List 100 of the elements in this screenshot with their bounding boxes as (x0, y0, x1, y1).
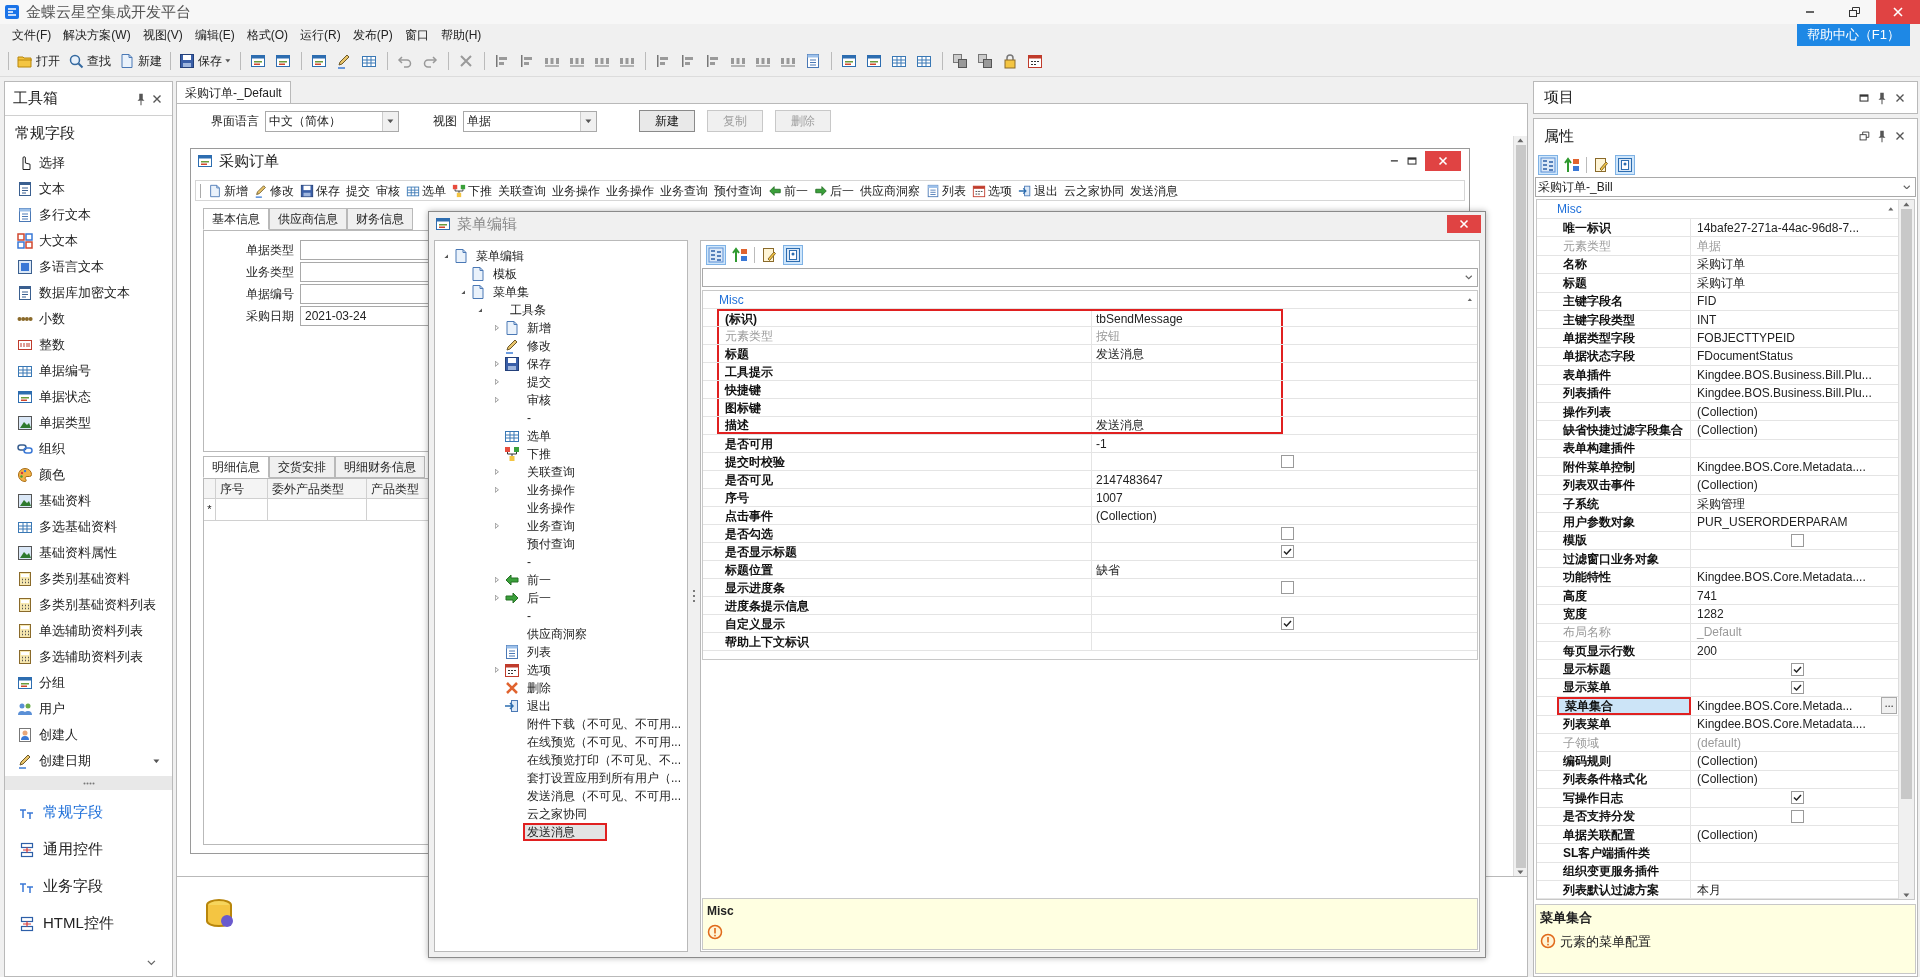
help-button[interactable] (783, 245, 803, 265)
toolbar-button[interactable]: 列表 (923, 181, 969, 200)
toolbar-button[interactable]: 保存 (175, 49, 235, 73)
tree-item[interactable]: 发送消息 (523, 823, 607, 841)
table-cell[interactable] (268, 499, 367, 521)
tree-item[interactable]: 列表 (523, 643, 555, 661)
property-value[interactable]: (Collection) (1697, 752, 1758, 771)
tree-item[interactable]: 菜单编辑 (472, 247, 528, 265)
tree-item[interactable]: 选项 (523, 661, 555, 679)
property-value[interactable]: FDocumentStatus (1697, 347, 1794, 366)
property-value[interactable]: 采购订单 (1697, 273, 1745, 292)
toolbar-button[interactable]: 预付查询 (711, 181, 765, 200)
tree-item[interactable]: - (523, 607, 535, 625)
property-value[interactable]: 1007 (1096, 488, 1123, 507)
toolbox-item[interactable]: 基础资料 (5, 488, 172, 514)
toolbox-item[interactable]: 数据库加密文本 (5, 280, 172, 306)
form-tab[interactable]: 明细财务信息 (335, 456, 425, 478)
checkbox[interactable] (1281, 581, 1294, 594)
checkbox[interactable] (1281, 527, 1294, 540)
toolbar-button[interactable]: 选单 (403, 181, 449, 200)
tree-item[interactable]: 模板 (489, 265, 521, 283)
toolbar-button[interactable]: 下推 (449, 181, 495, 200)
toolbox-item[interactable]: 颜色 (5, 462, 172, 488)
tree-item[interactable]: 在线预览打印（不可见、不... (523, 751, 685, 769)
action-button[interactable]: 新建 (639, 110, 695, 132)
tree-item[interactable]: 退出 (523, 697, 555, 715)
checkbox[interactable] (1281, 617, 1294, 630)
sort-button[interactable] (730, 245, 750, 265)
help-button[interactable]: 帮助中心（F1） (1796, 24, 1910, 46)
property-value[interactable]: Kingdee.BOS.Business.Bill.Plu... (1697, 384, 1872, 403)
tree-item[interactable]: 新增 (523, 319, 555, 337)
menu-item[interactable]: 帮助(H) (434, 26, 488, 44)
tree-item[interactable]: 工具条 (506, 301, 550, 319)
toolbar-button[interactable]: 提交 (343, 181, 373, 200)
form-tab[interactable]: 财务信息 (347, 208, 413, 230)
toolbar-button[interactable]: 查找 (64, 49, 115, 73)
tree-item[interactable]: 业务操作 (523, 499, 579, 517)
close-button[interactable] (1447, 215, 1481, 233)
toolbox-category[interactable]: HTML控件 (5, 905, 172, 942)
category-header[interactable]: Misc (719, 290, 744, 309)
toolbox-item[interactable]: 基础资料属性 (5, 540, 172, 566)
language-dropdown[interactable]: 中文（简体） (265, 110, 399, 132)
checkbox[interactable] (1281, 455, 1294, 468)
toolbar-button[interactable]: 新增 (205, 181, 251, 200)
tree-item[interactable]: 菜单集 (489, 283, 533, 301)
document-tab[interactable]: 采购订单-_Default (176, 81, 291, 103)
checkbox[interactable] (1790, 809, 1804, 823)
toolbox-item[interactable]: 多选辅助资料列表 (5, 644, 172, 670)
toolbar-button[interactable]: 新建 (115, 49, 166, 73)
property-value[interactable]: 本月 (1697, 880, 1721, 899)
property-value[interactable]: Kingdee.BOS.Core.Metadata.... (1697, 715, 1866, 734)
property-value[interactable]: (Collection) (1697, 825, 1758, 844)
scrollbar[interactable] (1513, 136, 1527, 876)
sort-button[interactable] (1562, 155, 1582, 175)
property-value[interactable]: -1 (1096, 434, 1107, 453)
tree-item[interactable]: 前一 (523, 571, 555, 589)
toolbox-item[interactable]: 多类别基础资料 (5, 566, 172, 592)
tree-item[interactable]: 审核 (523, 391, 555, 409)
object-dropdown[interactable]: 采购订单-_Bill (1535, 177, 1916, 197)
checkbox[interactable] (1281, 545, 1294, 558)
toolbox-category[interactable]: 常规字段 (5, 794, 172, 831)
property-value[interactable]: (Collection) (1697, 421, 1758, 439)
form-tab[interactable]: 明细信息 (203, 456, 269, 478)
property-value[interactable]: Kingdee.BOS.Core.Metada... (1697, 696, 1853, 715)
categorized-button[interactable] (706, 245, 726, 265)
tree-item[interactable]: - (523, 553, 535, 571)
toolbox-item[interactable]: 多选基础资料 (5, 514, 172, 540)
toolbox-item[interactable]: 单据编号 (5, 358, 172, 384)
menu-item[interactable]: 窗口 (398, 26, 435, 44)
property-value[interactable]: 采购管理 (1697, 494, 1745, 513)
toolbar-button[interactable]: 后一 (811, 181, 857, 200)
property-value[interactable]: (Collection) (1697, 770, 1758, 789)
toolbox-item[interactable]: 小数 (5, 306, 172, 332)
toolbar-button[interactable]: 选项 (969, 181, 1015, 200)
toolbar-button[interactable]: 修改 (251, 181, 297, 200)
property-value[interactable]: 发送消息 (1096, 344, 1144, 363)
property-value[interactable]: Kingdee.BOS.Core.Metadata.... (1697, 568, 1866, 587)
tree-item[interactable]: 选单 (523, 427, 555, 445)
tree-item[interactable]: 提交 (523, 373, 555, 391)
tree-item[interactable]: 业务查询 (523, 517, 579, 535)
property-value[interactable]: 2147483647 (1096, 470, 1163, 489)
property-value[interactable]: FOBJECTTYPEID (1697, 329, 1795, 348)
tree-item[interactable]: 下推 (523, 445, 555, 463)
toolbar-button[interactable]: 业务操作 (549, 181, 603, 200)
property-value[interactable]: (Collection) (1697, 402, 1758, 421)
menu-item[interactable]: 视图(V) (136, 26, 189, 44)
toolbox-item[interactable]: 创建日期 (5, 748, 172, 774)
tree-item[interactable]: 关联查询 (523, 463, 579, 481)
toolbox-item[interactable]: 用户 (5, 696, 172, 722)
property-value[interactable]: PUR_USERORDERPARAM (1697, 512, 1848, 531)
splitter-grip-icon[interactable] (692, 589, 696, 603)
tree-item[interactable]: 附件下载（不可见、不可用... (523, 715, 685, 733)
toolbar-button[interactable]: 退出 (1015, 181, 1061, 200)
toolbox-category[interactable]: 通用控件 (5, 831, 172, 868)
menu-item[interactable]: 发布(P) (346, 26, 399, 44)
toolbox-item[interactable]: 组织 (5, 436, 172, 462)
property-value[interactable]: 741 (1697, 586, 1718, 605)
property-value[interactable]: Kingdee.BOS.Business.Bill.Plu... (1697, 365, 1872, 384)
toolbox-item[interactable]: 大文本 (5, 228, 172, 254)
toolbox-item[interactable]: 文本 (5, 176, 172, 202)
